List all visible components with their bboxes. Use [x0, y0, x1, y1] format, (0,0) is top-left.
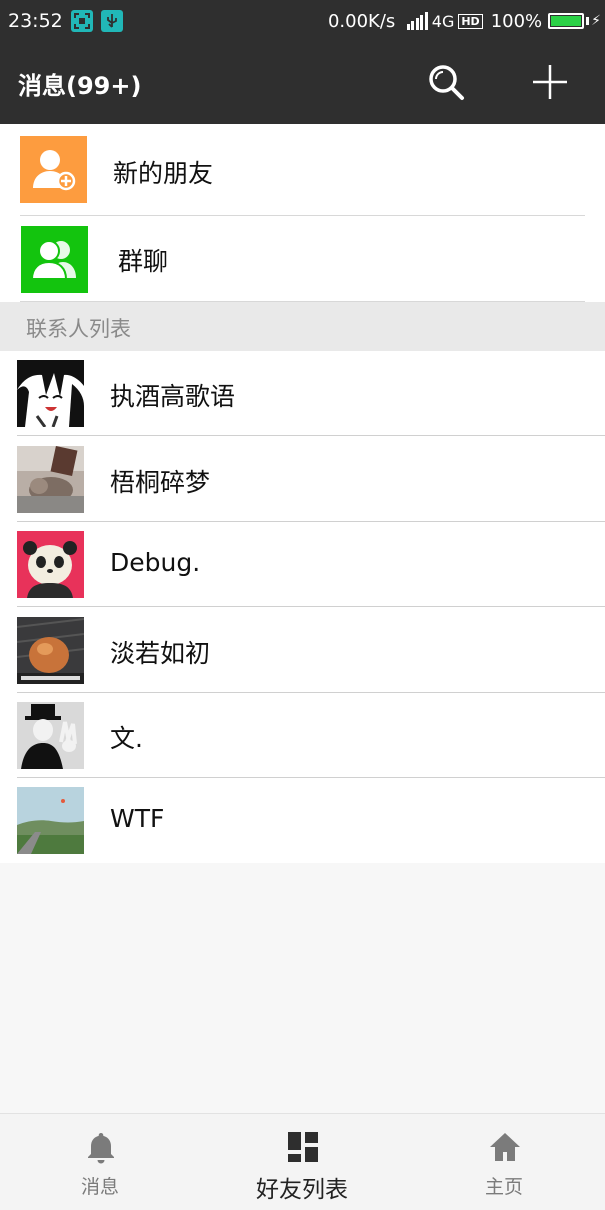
dashboard-icon [288, 1132, 318, 1162]
contact-name: 淡若如初 [110, 639, 211, 668]
add-friend-icon [20, 136, 87, 203]
page-title: 消息(99+) [18, 72, 142, 100]
nav-friends[interactable]: 好友列表 [202, 1114, 402, 1210]
contact-name: 执酒高歌语 [110, 382, 236, 411]
avatar [17, 617, 84, 684]
charging-icon: ⚡ [591, 13, 601, 29]
nav-label: 好友列表 [256, 1177, 348, 1203]
battery-icon [548, 13, 585, 29]
avatar [17, 360, 84, 427]
search-button[interactable] [426, 62, 466, 102]
network-speed: 0.00K/s [327, 10, 396, 32]
group-chat-item[interactable]: 群聊 [0, 216, 605, 305]
status-bar: 23:52 0.00K/s 4G HD 100% ⚡ [0, 0, 605, 42]
group-chat-icon [21, 226, 88, 293]
divider [17, 435, 605, 436]
shortcut-list: 新的朋友 群聊 [0, 124, 605, 302]
search-icon [429, 65, 464, 100]
battery-tip [586, 17, 590, 25]
avatar [17, 702, 84, 769]
network-type: 4G [431, 11, 455, 31]
contact-row[interactable]: 文. [0, 693, 605, 778]
contact-name: WTF [110, 804, 165, 833]
new-friends-item[interactable]: 新的朋友 [0, 124, 605, 213]
contact-name: Debug. [110, 548, 201, 577]
avatar [17, 531, 84, 598]
bell-icon [88, 1133, 114, 1164]
app-header: 消息(99+) [0, 42, 605, 124]
group-chat-label: 群聊 [118, 247, 169, 276]
hd-badge: HD [458, 13, 483, 29]
contact-row[interactable]: WTF [0, 778, 605, 863]
contact-section-header: 联系人列表 [0, 302, 605, 351]
nav-home[interactable]: 主页 [404, 1114, 604, 1210]
bottom-navigation: 消息 好友列表 主页 [0, 1113, 605, 1210]
contact-row[interactable]: 淡若如初 [0, 608, 605, 693]
nav-label: 主页 [484, 1176, 523, 1198]
avatar [17, 787, 84, 854]
section-title: 联系人列表 [26, 317, 131, 341]
status-time: 23:52 [8, 10, 63, 32]
plus-icon [533, 65, 567, 99]
screenshot-icon [70, 10, 93, 32]
usb-icon [100, 10, 123, 32]
divider [17, 606, 605, 607]
contact-name: 文. [110, 724, 143, 753]
contact-row[interactable]: Debug. [0, 522, 605, 607]
contact-row[interactable]: 梧桐碎梦 [0, 437, 605, 522]
contact-row[interactable]: 执酒高歌语 [0, 351, 605, 436]
home-icon [490, 1133, 520, 1161]
contact-name: 梧桐碎梦 [110, 468, 211, 497]
battery-percent: 100% [490, 10, 543, 32]
avatar [17, 446, 84, 513]
contact-list: 执酒高歌语 梧桐碎梦 Debug. 淡若如初 文. WTF [0, 351, 605, 863]
nav-messages[interactable]: 消息 [0, 1114, 200, 1210]
signal-icon [405, 12, 428, 30]
new-friends-label: 新的朋友 [113, 159, 214, 188]
add-button[interactable] [530, 62, 570, 102]
nav-label: 消息 [80, 1176, 119, 1198]
